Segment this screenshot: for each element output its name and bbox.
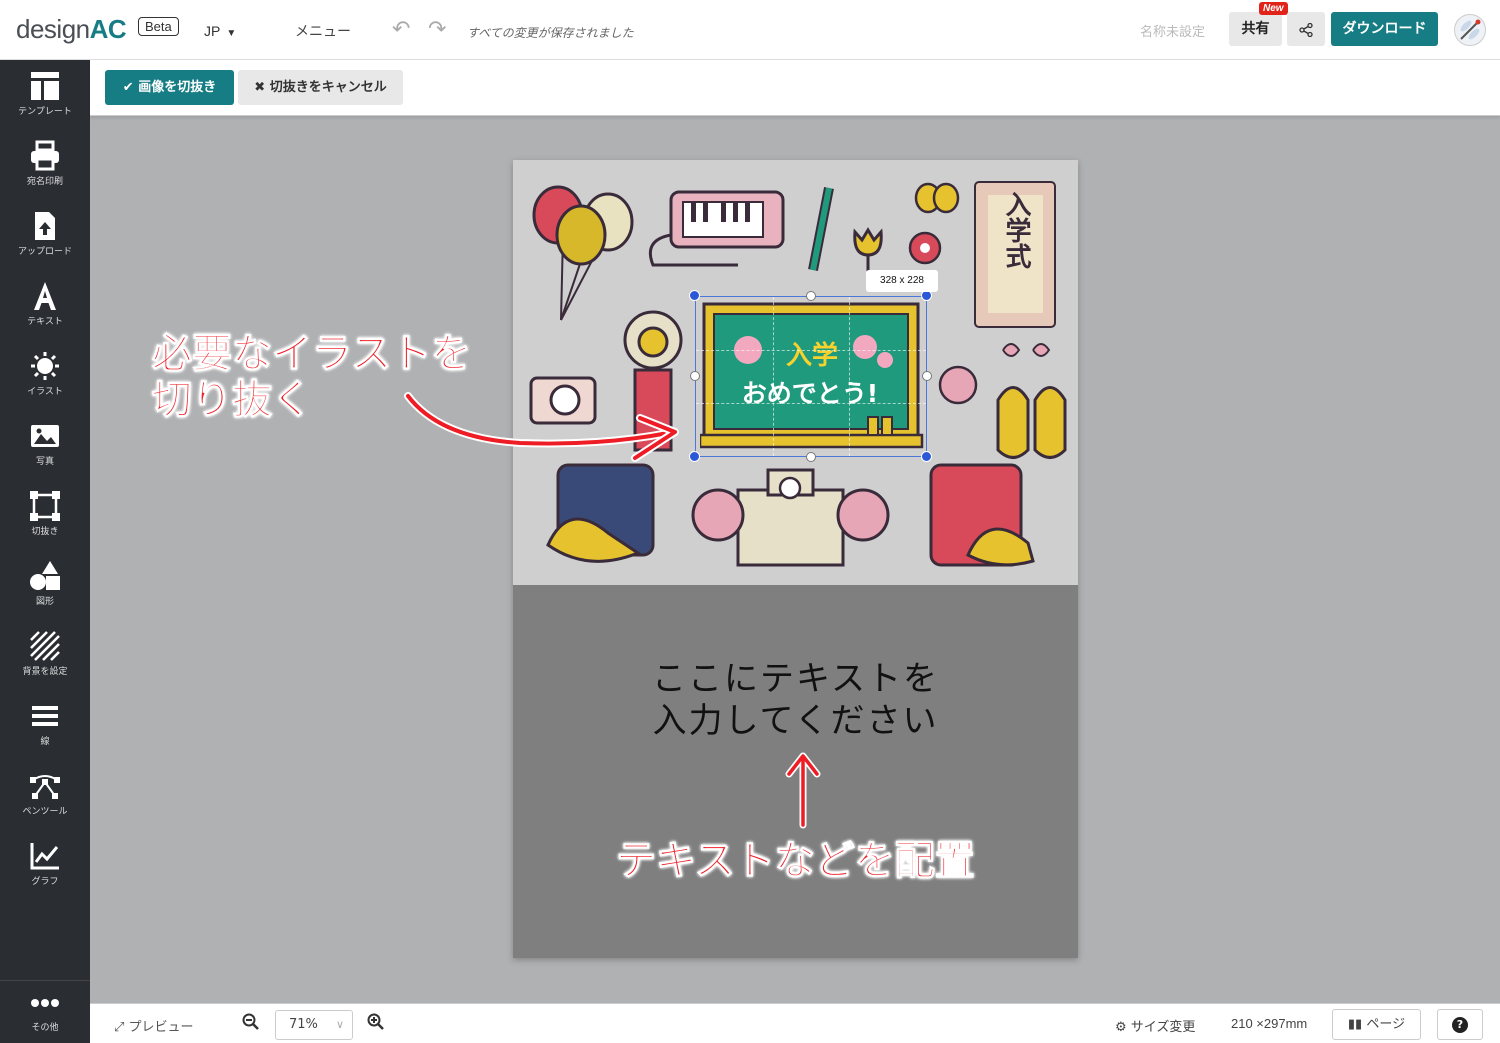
school-building-icon [691,468,890,567]
book-icon: ▮▮ [1347,1017,1363,1032]
expand-icon: ⤢ [114,1020,125,1035]
selection-size-tag: 328 x 228 [866,270,938,292]
cancel-crop-button[interactable]: ✖ 切抜きをキャンセル [238,70,403,105]
lines-icon [32,706,58,726]
crop-selection-frame[interactable] [695,296,927,457]
shapes-icon [30,561,60,590]
gear-icon: ⚙ [1115,1020,1127,1035]
sidebar-item-illustration[interactable]: イラスト [0,344,90,412]
paper-size-label: 210 ×297mm [1231,1016,1308,1031]
sidebar-item-template[interactable]: テンプレート [0,64,90,132]
text-icon [34,282,56,310]
menu-button[interactable]: メニュー [295,21,351,41]
zoom-in-icon[interactable] [367,1013,385,1036]
annotation-arrow-right-icon [404,392,679,462]
red-randoseru-icon [929,463,1035,567]
background-icon [30,631,60,661]
redo-icon[interactable]: ↷ [428,17,446,42]
check-icon: ✔ [122,80,134,95]
download-button[interactable]: ダウンロード [1331,12,1438,46]
sidebar: テンプレート 宛名印刷 アップロード テキスト イラスト 写真 切抜き 図形 背… [0,60,90,1043]
flower-icon [908,231,942,265]
preview-button[interactable]: ⤢ プレビュー [114,1016,194,1035]
beta-badge: Beta [138,17,179,36]
sidebar-item-chart[interactable]: グラフ [0,834,90,902]
undo-icon[interactable]: ↶ [392,17,410,42]
share-link-button[interactable] [1287,12,1325,46]
crop-icon [30,491,60,521]
resize-handle-left[interactable] [690,371,700,381]
annotation-text-hint: テキストなどを配置 [616,838,976,885]
zoom-select[interactable]: 71% ∨ [275,1010,353,1040]
chart-icon [30,843,59,870]
sidebar-item-crop[interactable]: 切抜き [0,484,90,552]
bottom-bar: ⤢ プレビュー 71% ∨ ⚙ サイズ変更 210 ×297mm ▮▮ ページ ? [90,1003,1500,1043]
top-bar: designAC Beta JP ▼ メニュー ↶ ↷ すべての変更が保存されまし… [0,0,1500,60]
text-placeholder[interactable]: ここにテキストを 入力してください [513,658,1078,742]
resize-handle-right[interactable] [922,371,932,381]
blue-randoseru-icon [546,463,655,563]
resize-handle-top[interactable] [806,291,816,301]
new-badge: New [1259,2,1288,15]
help-button[interactable]: ? [1437,1009,1483,1040]
photo-icon [31,425,59,447]
school-shoes-icon [996,386,1067,459]
resize-handle-top-left[interactable] [689,290,700,301]
resize-handle-bottom[interactable] [806,452,816,462]
sidebar-item-background[interactable]: 背景を設定 [0,624,90,692]
sidebar-item-pen-tool[interactable]: ペンツール [0,764,90,832]
sidebar-item-lines[interactable]: 線 [0,694,90,762]
sidebar-item-more[interactable]: その他 [0,980,90,1043]
pen-tool-icon [30,775,60,799]
zoom-out-icon[interactable] [242,1013,260,1036]
caret-down-icon: ▼ [226,28,237,39]
illustration-icon [31,352,59,380]
avatar[interactable] [1454,14,1486,46]
svg-text:入学式: 入学式 [1001,191,1031,269]
ceremony-plaque-icon: 入学式 [974,181,1056,328]
crop-toolbar: ✔ 画像を切抜き ✖ 切抜きをキャンセル [90,60,1500,116]
sidebar-item-text[interactable]: テキスト [0,274,90,342]
dragonfly-icon [1460,19,1481,40]
annotation-arrow-up-icon [785,752,821,829]
sidebar-item-address-print[interactable]: 宛名印刷 [0,134,90,202]
help-icon: ? [1452,1017,1468,1033]
sidebar-item-shapes[interactable]: 図形 [0,554,90,622]
crop-image-button[interactable]: ✔ 画像を切抜き [105,70,234,105]
template-icon [31,72,59,100]
resize-handle-bottom-right[interactable] [921,451,932,462]
save-status: すべての変更が保存されました [467,26,634,40]
close-icon: ✖ [254,80,266,95]
upload-icon [35,212,55,240]
sakura-icon [938,343,1051,405]
melodica-icon [648,190,785,267]
pages-button[interactable]: ▮▮ ページ [1332,1009,1421,1040]
document-name[interactable]: 名称未設定 [1140,21,1205,40]
more-icon [31,999,59,1007]
resize-button[interactable]: ⚙ サイズ変更 [1115,1016,1195,1035]
share-button[interactable]: 共有 [1229,12,1282,46]
logo[interactable]: designAC [16,14,127,45]
sidebar-item-photo[interactable]: 写真 [0,414,90,482]
pencil-icon [808,187,834,271]
balloons-icon [532,185,634,321]
language-selector[interactable]: JP ▼ [204,23,236,39]
butterfly-icon [914,182,960,214]
resize-handle-bottom-left[interactable] [689,451,700,462]
printer-icon [31,140,59,171]
share-icon [1299,22,1313,37]
sidebar-item-upload[interactable]: アップロード [0,204,90,272]
chevron-down-icon: ∨ [335,1018,344,1031]
